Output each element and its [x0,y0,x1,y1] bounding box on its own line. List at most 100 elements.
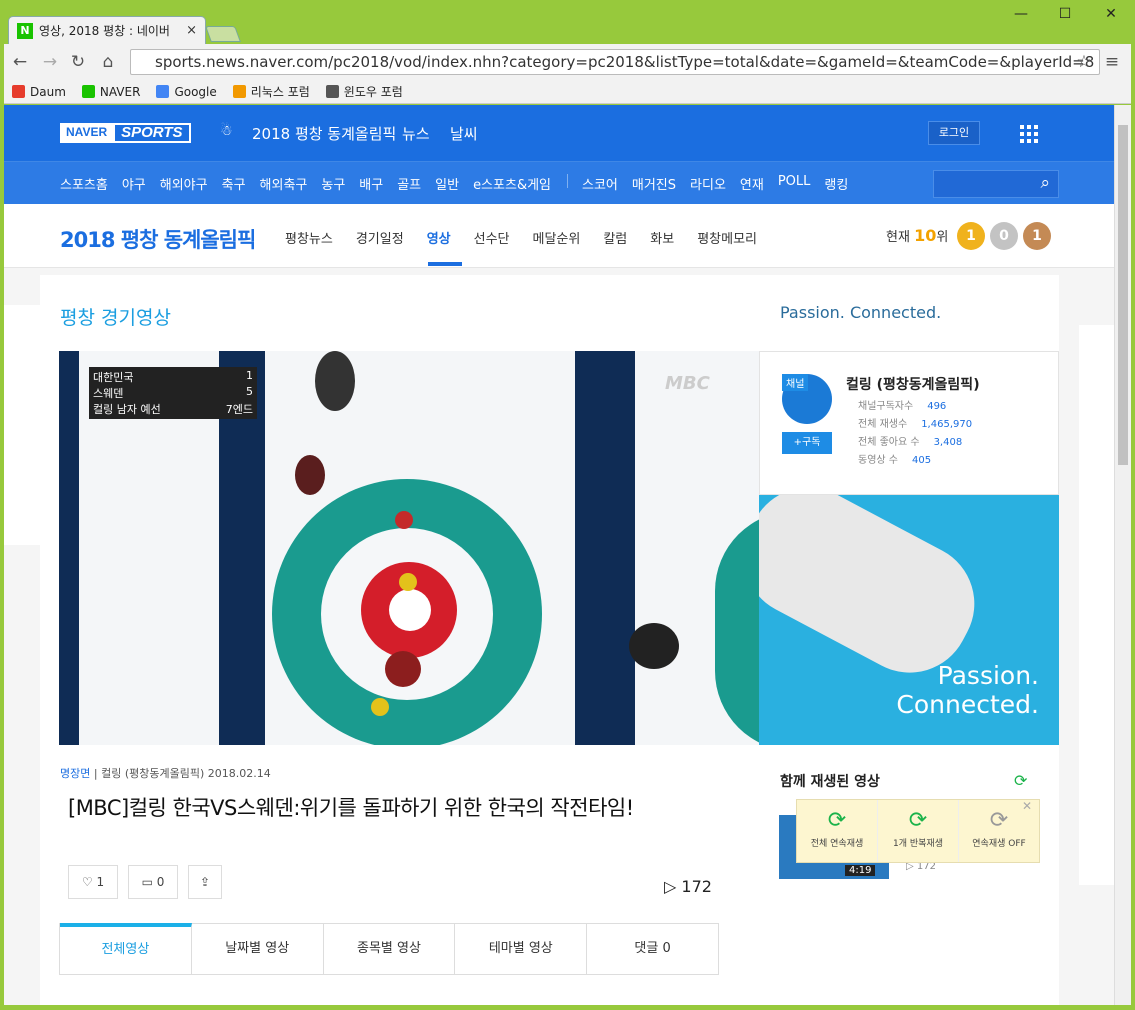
olympic-title[interactable]: 2018 평창 동계올림픽 [60,224,256,254]
video-tab[interactable]: 종목별 영상 [323,923,456,974]
olympic-nav-item[interactable]: 화보 [650,228,674,247]
like-count: 1 [96,875,105,889]
scrollbar-thumb[interactable] [1118,125,1128,465]
address-bar[interactable]: sports.news.naver.com/pc2018/vod/index.n… [130,49,1100,75]
rink-divider [575,351,635,745]
video-tab[interactable]: 날짜별 영상 [191,923,324,974]
browser-tab[interactable]: N 영상, 2018 평창 : 네이버 × [8,16,206,44]
meta-channel[interactable]: 명장면 [60,767,90,780]
house-outer-ring [715,511,759,745]
olympic-nav-item[interactable]: 선수단 [474,228,510,247]
right-side-banner[interactable] [1079,325,1114,885]
stat-label: 전체 좋아요 수 [858,437,920,448]
olympic-ad-banner[interactable]: Passion. Connected. [759,495,1059,745]
nav-item[interactable]: 골프 [397,174,421,193]
nav-item[interactable]: 라디오 [690,174,726,193]
bronze-medal-badge: 1 [1023,222,1051,250]
home-icon[interactable]: ⌂ [98,52,118,72]
olympic-nav-item[interactable]: 평창뉴스 [285,228,333,247]
active-tab-indicator [428,262,462,266]
menu-icon[interactable]: ≡ [1102,52,1122,72]
share-icon: ⇪ [199,875,211,889]
nav-item[interactable]: 농구 [321,174,345,193]
team2-name: 스웨덴 [93,387,124,400]
app-grid-icon[interactable] [1020,125,1038,143]
bookmark-item[interactable]: Google [156,85,217,99]
url-text: sports.news.naver.com/pc2018/vod/index.n… [155,53,1095,71]
like-button[interactable]: ♡ 1 [68,865,118,899]
bookmark-star-icon[interactable]: ☆ [1074,52,1094,72]
video-tab[interactable]: 댓글 0 [587,923,718,974]
nav-item[interactable]: 배구 [359,174,383,193]
repeat-icon[interactable]: ⟳ [1014,771,1027,790]
top-header: NAVER SPORTS ☃ 2018 평창 동계올림픽 뉴스 날씨 로그인 [4,105,1114,161]
nav-item[interactable]: 매거진S [632,174,676,193]
olympic-nav-item[interactable]: 칼럼 [603,228,627,247]
nav-item[interactable]: e스포츠&게임 [473,174,551,193]
rank-suffix: 위 [936,230,949,245]
event-name: 컬링 남자 예선 [93,403,161,416]
forward-icon[interactable]: → [40,52,60,72]
share-button[interactable]: ⇪ [188,865,222,899]
olympic-nav-item[interactable]: 영상 [427,228,451,247]
nav-item[interactable]: 해외야구 [160,174,208,193]
meta-date: 2018.02.14 [207,767,271,780]
video-frame[interactable]: 대한민국 1 스웨덴 5 컬링 남자 예선 7엔드 MBC [59,351,759,745]
nav-item[interactable]: 스코어 [582,174,618,193]
stat-label: 채널구독자수 [858,401,914,412]
olympic-nav-item[interactable]: 경기일정 [356,228,404,247]
video-tab[interactable]: 테마별 영상 [455,923,588,974]
daum-icon [12,85,25,98]
bookmark-label: Daum [30,84,66,99]
repeat-icon: ⟳ [989,808,1009,833]
news-link[interactable]: 뉴스 [402,123,430,144]
bookmark-item[interactable]: NAVER [81,85,140,99]
popup-close-icon[interactable]: ✕ [1022,799,1032,813]
rank-display: 현재 10위 [886,226,948,245]
bookmark-item[interactable]: 윈도우 포럼 [325,83,403,100]
maximize-icon[interactable]: ☐ [1050,6,1080,26]
nav-item[interactable]: 일반 [435,174,459,193]
nav-item[interactable]: 축구 [222,174,246,193]
bookmark-item[interactable]: Daum [12,85,66,99]
bookmark-item[interactable]: 리눅스 포럼 [232,83,310,100]
autoplay-option-label: 1개 반복재생 [893,839,943,849]
nav-item[interactable]: 야구 [122,174,146,193]
nav-item[interactable]: POLL [778,174,811,193]
olympic-nav-item[interactable]: 메달순위 [533,228,581,247]
tab-close-icon[interactable]: × [186,23,197,38]
scrollbar[interactable] [1114,105,1131,1005]
olympic-nav-item[interactable]: 평창메모리 [697,228,757,247]
autoplay-option[interactable]: ⟳ 전체 연속재생 [797,800,878,862]
search-input[interactable]: ⌕ [933,170,1059,198]
nav-item[interactable]: 스포츠홈 [60,174,108,193]
view-count: ▷ 172 [664,877,712,896]
login-button[interactable]: 로그인 [928,121,980,145]
naver-sports-logo[interactable]: NAVER SPORTS [60,123,191,143]
channel-stat-row: 채널구독자수 496 [858,398,972,416]
video-tab[interactable]: 전체영상 [60,923,192,974]
autoplay-option-label: 연속재생 OFF [972,839,1026,849]
subscribe-button[interactable]: +구독 [782,432,832,454]
autoplay-option[interactable]: ⟳ 1개 반복재생 [878,800,959,862]
back-icon[interactable]: ← [10,52,30,72]
olympic-header-link[interactable]: 2018 평창 동계올림픽 [252,123,396,144]
weather-link[interactable]: 날씨 [450,123,478,144]
stat-label: 동영상 수 [858,455,898,466]
video-player[interactable]: 대한민국 1 스웨덴 5 컬링 남자 예선 7엔드 MBC [59,351,759,745]
meta-category[interactable]: 컬링 (평창동계올림픽) [101,767,204,780]
left-side-banner[interactable] [4,305,40,545]
nav-item[interactable]: 랭킹 [824,174,848,193]
naver-favicon-icon: N [17,22,33,39]
reload-icon[interactable]: ↻ [68,52,88,72]
channel-stat-row: 동영상 수 405 [858,452,972,470]
channel-name[interactable]: 컬링 (평창동계올림픽) [846,374,980,394]
close-window-icon[interactable]: ✕ [1096,6,1126,26]
comment-button[interactable]: ▭ 0 [128,865,178,899]
nav-item[interactable]: 해외축구 [260,174,308,193]
minimize-icon[interactable]: — [1006,6,1036,26]
logo-naver: NAVER [60,123,114,143]
new-tab-button[interactable] [205,26,241,42]
nav-item[interactable]: 연재 [740,174,764,193]
search-icon[interactable]: ⌕ [1040,173,1050,193]
